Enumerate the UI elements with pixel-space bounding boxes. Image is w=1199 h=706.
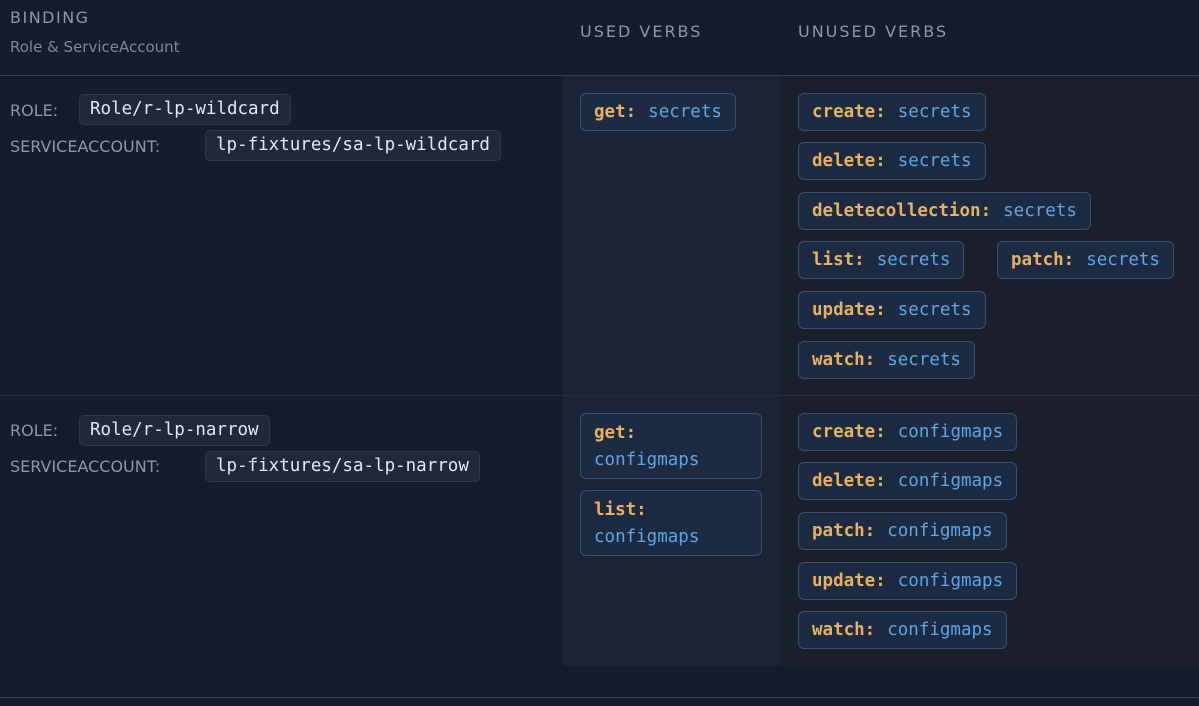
- binding-row: ROLE: Role/r-lp-narrow SERVICEACCOUNT: l…: [0, 396, 1199, 666]
- verb-label: create:: [812, 102, 886, 122]
- unused-verb-chip: list: secrets: [798, 241, 965, 279]
- table-header: BINDING Role & ServiceAccount USED VERBS…: [0, 0, 1199, 76]
- verb-label: create:: [812, 422, 886, 442]
- serviceaccount-label: SERVICEACCOUNT:: [10, 457, 161, 476]
- resource-label: configmaps: [594, 527, 700, 547]
- resource-label: secrets: [1003, 201, 1077, 221]
- unused-verb-chip: create: secrets: [798, 93, 986, 131]
- verb-label: update:: [812, 571, 886, 591]
- role-label: ROLE:: [10, 421, 59, 440]
- verb-label: delete:: [812, 151, 886, 171]
- role-value: Role/r-lp-wildcard: [79, 94, 291, 125]
- unused-verb-chip: patch: secrets: [997, 241, 1174, 279]
- unused-verb-chip: update: secrets: [798, 291, 986, 329]
- column-header-binding: BINDING: [10, 8, 90, 27]
- resource-label: secrets: [897, 300, 972, 320]
- unused-verb-chip: patch: configmaps: [798, 512, 1007, 550]
- resource-label: configmaps: [887, 521, 993, 541]
- verb-label: delete:: [812, 471, 886, 491]
- unused-verb-chip: delete: configmaps: [798, 462, 1018, 500]
- resource-label: secrets: [897, 151, 972, 171]
- binding-row: ROLE: Role/r-lp-wildcard SERVICEACCOUNT:…: [0, 76, 1199, 396]
- verb-label: get:: [594, 423, 637, 443]
- used-verb-chip: get: secrets: [580, 93, 736, 131]
- column-header-unused-verbs: UNUSED VERBS: [798, 22, 949, 41]
- resource-label: configmaps: [897, 571, 1004, 591]
- unused-verb-chip: update: configmaps: [798, 562, 1018, 600]
- column-header-used-verbs: USED VERBS: [580, 22, 703, 41]
- verb-label: get:: [594, 102, 637, 122]
- resource-label: configmaps: [897, 471, 1004, 491]
- resource-label: secrets: [648, 102, 722, 122]
- resource-label: secrets: [887, 350, 961, 370]
- serviceaccount-label: SERVICEACCOUNT:: [10, 137, 161, 156]
- unused-verb-chip: deletecollection: secrets: [798, 192, 1091, 230]
- resource-label: secrets: [897, 102, 972, 122]
- resource-label: configmaps: [897, 422, 1004, 442]
- table-bottom-divider: [0, 697, 1199, 698]
- resource-label: secrets: [1086, 250, 1160, 270]
- verb-label: patch:: [1011, 250, 1075, 270]
- column-header-binding-subtitle: Role & ServiceAccount: [10, 38, 180, 56]
- role-value: Role/r-lp-narrow: [79, 415, 270, 446]
- unused-verb-chip: watch: secrets: [798, 341, 975, 379]
- resource-label: configmaps: [594, 450, 700, 470]
- used-verb-chip: get: configmaps: [580, 413, 762, 479]
- verb-label: list:: [812, 250, 865, 270]
- used-verb-chip: list: configmaps: [580, 490, 762, 556]
- verb-label: watch:: [812, 620, 876, 640]
- verb-label: deletecollection:: [812, 201, 992, 221]
- unused-verb-chip: delete: secrets: [798, 142, 986, 180]
- serviceaccount-value: lp-fixtures/sa-lp-wildcard: [205, 130, 501, 161]
- verb-label: watch:: [812, 350, 876, 370]
- serviceaccount-value: lp-fixtures/sa-lp-narrow: [205, 451, 480, 482]
- unused-verb-chip: watch: configmaps: [798, 611, 1007, 649]
- resource-label: secrets: [876, 250, 951, 270]
- unused-verb-chip: create: configmaps: [798, 413, 1018, 451]
- rbac-bindings-view: BINDING Role & ServiceAccount USED VERBS…: [0, 0, 1199, 706]
- role-label: ROLE:: [10, 101, 59, 120]
- verb-label: patch:: [812, 521, 876, 541]
- resource-label: configmaps: [887, 620, 993, 640]
- verb-label: list:: [594, 500, 647, 520]
- verb-label: update:: [812, 300, 886, 320]
